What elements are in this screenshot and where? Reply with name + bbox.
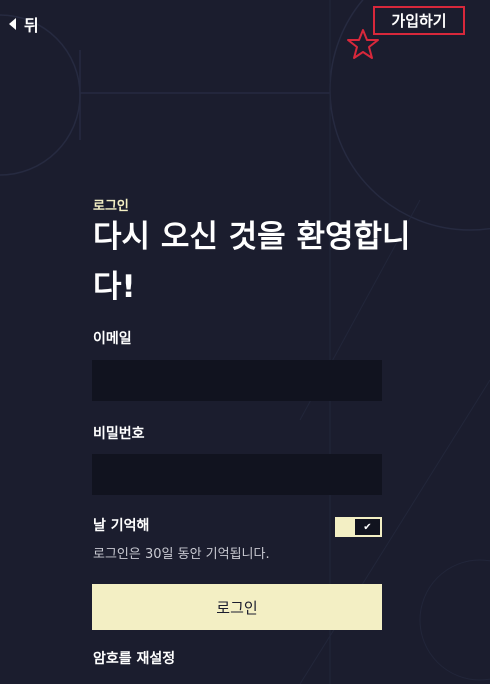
remember-me-toggle[interactable]: ✔ <box>335 517 382 537</box>
remember-me-label: 날 기억해 <box>93 518 150 534</box>
back-button[interactable]: 뒤 <box>9 12 39 36</box>
back-arrow-icon <box>9 18 16 30</box>
signup-button[interactable]: 가입하기 <box>373 6 465 35</box>
page-title: 다시 오신 것을 환영합니다! <box>93 219 411 305</box>
email-label: 이메일 <box>93 331 132 347</box>
remember-me-note: 로그인은 30일 동안 기억됩니다. <box>93 547 270 562</box>
login-button[interactable]: 로그인 <box>92 584 382 630</box>
reset-password-link[interactable]: 암호를 재설정 <box>93 648 175 668</box>
background-decoration <box>0 0 490 684</box>
email-input[interactable] <box>92 360 382 401</box>
star-icon <box>347 29 379 59</box>
back-label: 뒤 <box>24 16 39 35</box>
password-input[interactable] <box>92 454 382 495</box>
password-label: 비밀번호 <box>93 426 145 442</box>
check-icon: ✔ <box>355 519 380 535</box>
